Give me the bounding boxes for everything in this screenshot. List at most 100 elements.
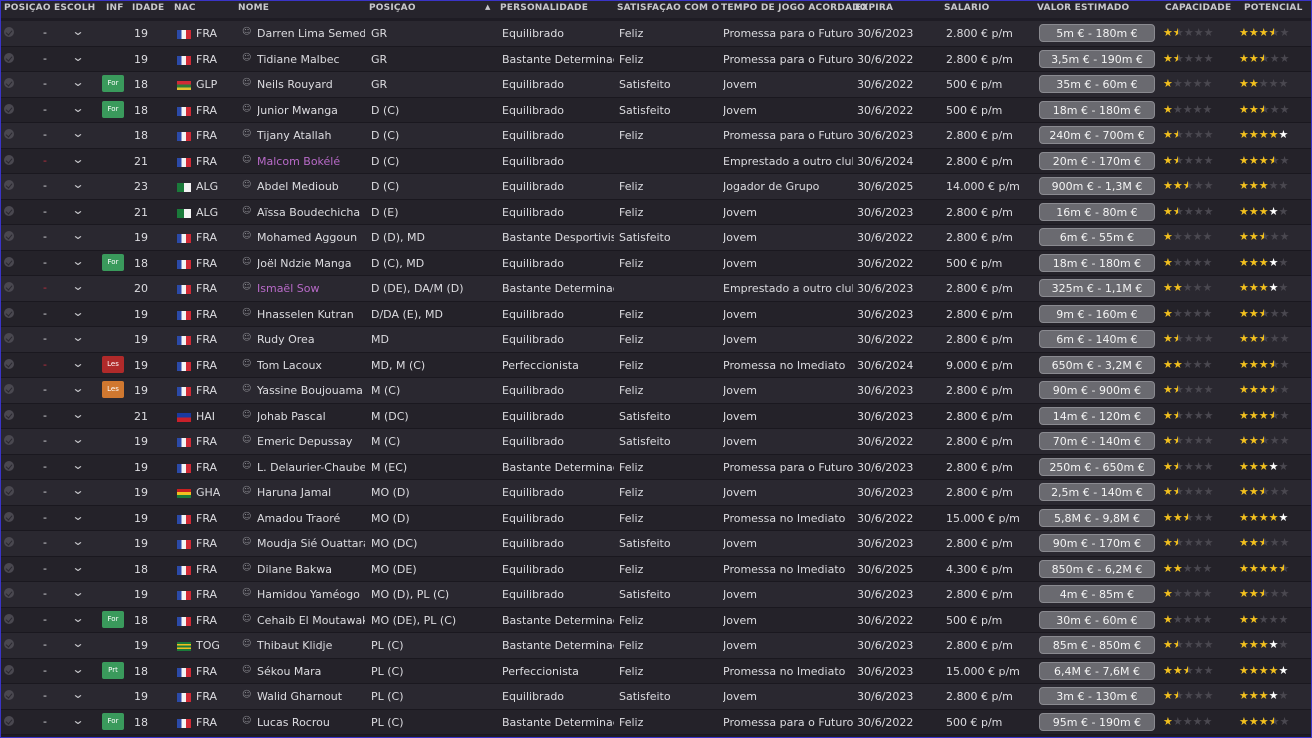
select-check-icon[interactable] xyxy=(4,103,14,114)
col-header-satisfacao[interactable]: SATISFAÇÃO COM O TE... xyxy=(617,3,719,13)
select-check-icon[interactable] xyxy=(4,307,14,318)
chevron-down-icon[interactable]: ⌄ xyxy=(71,24,84,38)
player-name-link[interactable]: Sékou Mara xyxy=(257,665,365,678)
info-badge[interactable]: For xyxy=(102,610,124,628)
table-row[interactable]: - ⌄ 19 FRA ☺ Moudja Sié Ouattara MO (DC) Equili… xyxy=(1,531,1311,557)
table-row[interactable]: - ⌄ 21 FRA ☺ Malcom Bokélé D (C) Equilibrado Emp… xyxy=(1,148,1311,174)
col-header-valor[interactable]: VALOR ESTIMADO xyxy=(1037,3,1129,13)
table-row[interactable]: - ⌄ 18 FRA ☺ Dilane Bakwa MO (DE) Equilibrado Fe… xyxy=(1,556,1311,582)
player-name-link[interactable]: Darren Lima Semedo xyxy=(257,27,365,40)
table-row[interactable]: - ⌄ 19 FRA ☺ Darren Lima Semedo GR Equilibrado F… xyxy=(1,21,1311,47)
estimated-value-pill[interactable]: 18m € - 180m € xyxy=(1039,253,1155,272)
player-name-link[interactable]: Haruna Jamal xyxy=(257,486,365,499)
chevron-down-icon[interactable]: ⌄ xyxy=(71,228,84,242)
estimated-value-pill[interactable]: 90m € - 900m € xyxy=(1039,381,1155,399)
table-row[interactable]: - ⌄ 19 FRA ☺ Tidiane Malbec GR Bastante Determi… xyxy=(1,46,1311,72)
player-name-link[interactable]: Neils Rouyard xyxy=(257,78,365,91)
select-check-icon[interactable] xyxy=(4,639,14,649)
select-check-icon[interactable] xyxy=(4,129,14,139)
chevron-down-icon[interactable]: ⌄ xyxy=(71,713,84,727)
player-name-link[interactable]: Rudy Orea xyxy=(257,333,365,346)
player-name-link[interactable]: Tidiane Malbec xyxy=(257,53,365,66)
player-name-link[interactable]: Thibaut Klidje xyxy=(257,639,365,652)
estimated-value-pill[interactable]: 6m € - 55m € xyxy=(1039,228,1155,246)
table-row[interactable]: - ⌄ For 18 FRA ☺ Joël Ndzie Manga D (C), MD Equi… xyxy=(1,250,1311,276)
col-header-personalidade[interactable]: PERSONALIDADE xyxy=(500,3,588,13)
select-check-icon[interactable] xyxy=(4,384,14,394)
col-header-tempo[interactable]: TEMPO DE JOGO ACORDADO xyxy=(721,3,868,13)
estimated-value-pill[interactable]: 70m € - 140m € xyxy=(1039,432,1155,450)
estimated-value-pill[interactable]: 90m € - 170m € xyxy=(1039,534,1155,552)
sort-ascending-icon[interactable]: ▲ xyxy=(485,3,491,11)
table-row[interactable]: - ⌄ 19 FRA ☺ Walid Gharnout PL (C) Equilibrado S… xyxy=(1,684,1311,710)
chevron-down-icon[interactable]: ⌄ xyxy=(71,152,84,166)
player-name-link[interactable]: Tijany Atallah xyxy=(257,129,365,142)
chevron-down-icon[interactable]: ⌄ xyxy=(71,50,84,64)
table-row[interactable]: - ⌄ Prt 18 FRA ☺ Sékou Mara PL (C) Perfeccionist… xyxy=(1,658,1311,684)
estimated-value-pill[interactable]: 16m € - 80m € xyxy=(1039,202,1155,221)
player-name-link[interactable]: L. Delaurier-Chaubet xyxy=(257,461,365,474)
chevron-down-icon[interactable]: ⌄ xyxy=(71,203,84,217)
table-row[interactable]: - ⌄ 19 FRA ☺ Hnasselen Kutran D/DA (E), MD Equi… xyxy=(1,301,1311,327)
table-row[interactable]: - ⌄ For 18 FRA ☺ Lucas Rocrou PL (C) Bastante De… xyxy=(1,709,1311,735)
info-badge[interactable]: Les xyxy=(102,381,124,398)
table-row[interactable]: - ⌄ 19 FRA ☺ Mohamed Aggoun D (D), MD Bastante … xyxy=(1,225,1311,251)
chevron-down-icon[interactable]: ⌄ xyxy=(71,101,84,115)
table-row[interactable]: - ⌄ 19 FRA ☺ Rudy Orea MD Equilibrado Feliz Jovem… xyxy=(1,327,1311,353)
select-check-icon[interactable] xyxy=(4,486,14,496)
chevron-down-icon[interactable]: ⌄ xyxy=(71,662,84,676)
chevron-down-icon[interactable]: ⌄ xyxy=(71,585,84,599)
table-row[interactable]: - ⌄ 19 FRA ☺ Emeric Depussay M (C) Equilibrado S… xyxy=(1,429,1311,455)
player-name-link[interactable]: Mohamed Aggoun xyxy=(257,231,365,244)
select-check-icon[interactable] xyxy=(4,358,14,369)
col-header-salario[interactable]: SALÁRIO xyxy=(944,3,989,13)
chevron-down-icon[interactable]: ⌄ xyxy=(71,330,84,344)
info-badge[interactable]: For xyxy=(102,100,124,118)
player-name-link[interactable]: Walid Gharnout xyxy=(257,690,365,703)
player-name-link[interactable]: Junior Mwanga xyxy=(257,104,365,117)
select-check-icon[interactable] xyxy=(4,256,14,267)
select-check-icon[interactable] xyxy=(4,613,14,624)
col-header-capacidade[interactable]: CAPACIDADE xyxy=(1165,3,1231,13)
estimated-value-pill[interactable]: 240m € - 700m € xyxy=(1039,126,1155,144)
chevron-down-icon[interactable]: ⌄ xyxy=(71,432,84,446)
select-check-icon[interactable] xyxy=(4,664,14,675)
estimated-value-pill[interactable]: 20m € - 170m € xyxy=(1039,151,1155,170)
col-header-nac[interactable]: NAC xyxy=(174,3,196,13)
select-check-icon[interactable] xyxy=(4,460,14,471)
select-check-icon[interactable] xyxy=(4,154,14,165)
estimated-value-pill[interactable]: 85m € - 850m € xyxy=(1039,636,1155,654)
select-check-icon[interactable] xyxy=(4,690,14,700)
player-name-link[interactable]: Abdel Medioub xyxy=(257,180,365,193)
player-name-link[interactable]: Joël Ndzie Manga xyxy=(257,257,365,270)
col-header-posicao-escolhida[interactable]: POSIÇÃO ESCOLHIDA xyxy=(4,3,96,13)
select-check-icon[interactable] xyxy=(4,282,14,292)
estimated-value-pill[interactable]: 3m € - 130m € xyxy=(1039,687,1155,705)
select-check-icon[interactable] xyxy=(4,78,14,88)
select-check-icon[interactable] xyxy=(4,27,14,37)
estimated-value-pill[interactable]: 850m € - 6,2M € xyxy=(1039,559,1155,578)
select-check-icon[interactable] xyxy=(4,435,14,445)
col-header-inf[interactable]: INF xyxy=(106,3,124,13)
chevron-down-icon[interactable]: ⌄ xyxy=(71,611,84,625)
chevron-down-icon[interactable]: ⌄ xyxy=(71,407,84,421)
select-check-icon[interactable] xyxy=(4,409,14,420)
chevron-down-icon[interactable]: ⌄ xyxy=(71,687,84,701)
table-row[interactable]: - ⌄ 23 ALG ☺ Abdel Medioub D (C) Equilibrado Fel… xyxy=(1,174,1311,200)
estimated-value-pill[interactable]: 30m € - 60m € xyxy=(1039,610,1155,629)
select-check-icon[interactable] xyxy=(4,333,14,343)
table-row[interactable]: - ⌄ Les 19 FRA ☺ Yassine Boujouama M (C) Equilib… xyxy=(1,378,1311,404)
table-row[interactable]: - ⌄ Les 19 FRA ☺ Tom Lacoux MD, M (C) Perfeccion… xyxy=(1,352,1311,378)
chevron-down-icon[interactable]: ⌄ xyxy=(71,381,84,395)
estimated-value-pill[interactable]: 5m € - 180m € xyxy=(1039,24,1155,42)
chevron-down-icon[interactable]: ⌄ xyxy=(71,534,84,548)
player-name-link[interactable]: Cehaib El Moutawakil xyxy=(257,614,365,627)
chevron-down-icon[interactable]: ⌄ xyxy=(71,254,84,268)
table-row[interactable]: - ⌄ 21 ALG ☺ Aïssa Boudechicha D (E) Equilibrad… xyxy=(1,199,1311,225)
chevron-down-icon[interactable]: ⌄ xyxy=(71,483,84,497)
estimated-value-pill[interactable]: 325m € - 1,1M € xyxy=(1039,279,1155,297)
player-name-link[interactable]: Ismaël Sow xyxy=(257,282,365,295)
info-badge[interactable]: For xyxy=(102,712,124,730)
player-name-link[interactable]: Yassine Boujouama xyxy=(257,384,365,397)
info-badge[interactable]: For xyxy=(102,75,124,92)
